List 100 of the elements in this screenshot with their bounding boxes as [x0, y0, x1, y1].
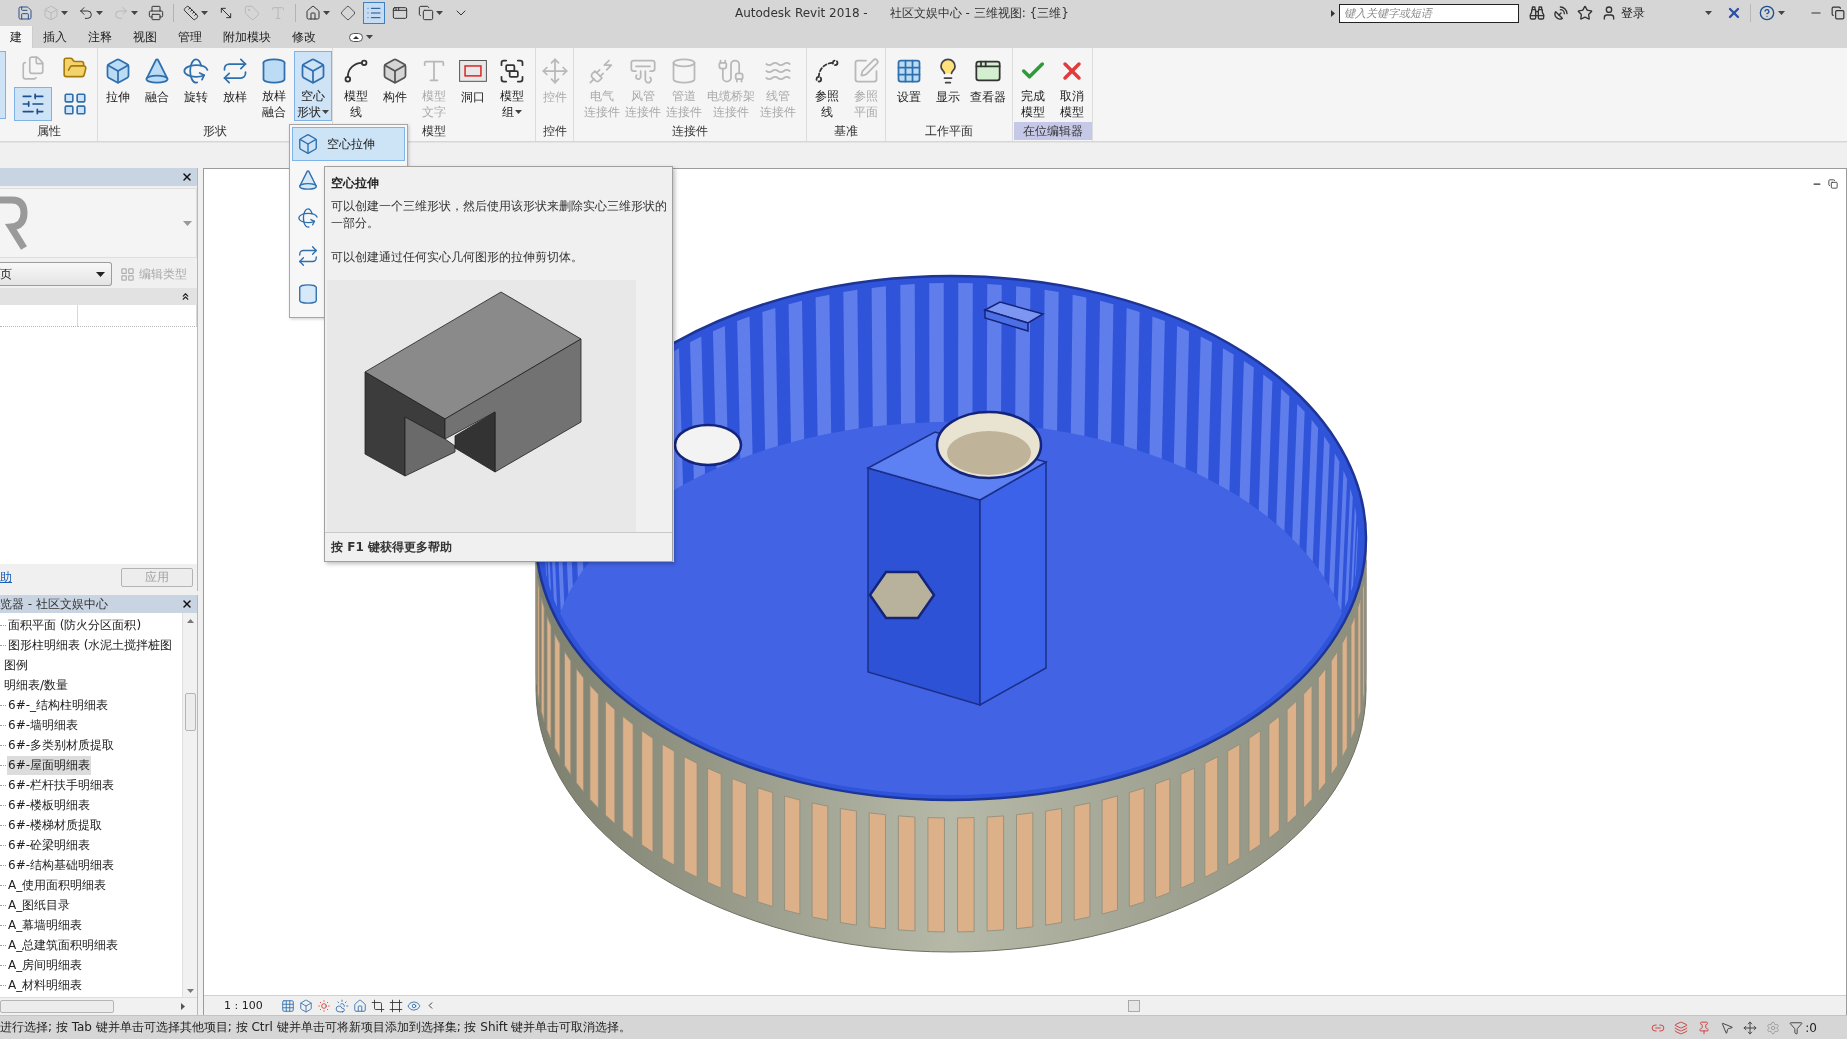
tree-item[interactable]: A_材料明细表: [7, 975, 84, 995]
rotate-icon: [181, 57, 210, 85]
ribbon-button[interactable]: 旋转: [176, 51, 215, 121]
tree-item[interactable]: A_图纸目录: [7, 895, 72, 915]
house-icon: [305, 5, 321, 21]
cone-icon: [297, 169, 319, 191]
ribbon-button[interactable]: 显示: [929, 51, 967, 121]
sun-icon[interactable]: [316, 998, 331, 1013]
restore-icon[interactable]: [1831, 6, 1845, 20]
grid-tiles-icon: [120, 266, 135, 282]
list-icon: [366, 5, 382, 21]
ribbon-button[interactable]: [14, 87, 52, 121]
ribbon-tab[interactable]: 附加模块: [213, 26, 282, 48]
cube-icon[interactable]: [298, 998, 313, 1013]
ribbon-button[interactable]: 取消 模型: [1053, 51, 1091, 121]
panel-title: 控件: [542, 123, 567, 140]
tree-item[interactable]: 面积平面 (防火分区面积): [7, 615, 143, 635]
scrollbar-thumb[interactable]: [184, 693, 196, 731]
ribbon-tab[interactable]: 修改: [282, 26, 327, 48]
help-icon[interactable]: [1759, 5, 1775, 21]
diamond-icon: [340, 5, 356, 21]
help-link[interactable]: 助: [0, 569, 12, 586]
redo-icon: [113, 5, 129, 21]
toolbar-button[interactable]: [363, 2, 385, 24]
eye-icon[interactable]: [406, 998, 421, 1013]
tree-item[interactable]: 6#-多类别材质提取: [7, 735, 116, 755]
ribbon-button[interactable]: 空心 形状: [293, 51, 332, 121]
tree-item[interactable]: 图形柱明细表 (水泥土搅拌桩图: [7, 635, 174, 655]
close-icon[interactable]: [181, 171, 193, 183]
ribbon-tab[interactable]: 视图: [123, 26, 168, 48]
sign-in-link[interactable]: 登录: [1621, 4, 1645, 22]
crop-icon[interactable]: [370, 998, 385, 1013]
grid-icon[interactable]: [280, 998, 295, 1013]
restore-icon[interactable]: [1828, 179, 1838, 189]
expand-arrow-icon[interactable]: [1331, 9, 1335, 17]
tree-item[interactable]: 图例: [3, 655, 29, 675]
ribbon-tab[interactable]: 注释: [78, 26, 123, 48]
logo-icon: [0, 194, 28, 252]
cloud-sun-icon[interactable]: [334, 998, 349, 1013]
scrollbar-thumb[interactable]: [1127, 999, 1140, 1012]
tree-item[interactable]: 6#-栏杆扶手明细表: [7, 775, 116, 795]
satellite-dish-icon[interactable]: [1553, 5, 1569, 21]
tree-item[interactable]: 明细表/数量: [3, 675, 70, 695]
type-dropdown[interactable]: 页: [0, 262, 112, 286]
menu-item[interactable]: 空心拉伸: [292, 127, 405, 161]
ribbon-button[interactable]: 构件: [376, 51, 414, 121]
caret-icon[interactable]: [183, 220, 192, 226]
filter-icon[interactable]: [1789, 1020, 1804, 1035]
tree-item[interactable]: 6#-结构基础明细表: [7, 855, 116, 875]
move-icon[interactable]: [1743, 1020, 1758, 1035]
caret-icon: [1705, 11, 1712, 15]
pin-icon[interactable]: [1697, 1020, 1712, 1035]
tree-item[interactable]: A_幕墙明细表: [7, 915, 84, 935]
frame-icon[interactable]: [388, 998, 403, 1013]
scroll-up-icon[interactable]: [186, 619, 194, 623]
scrollbar[interactable]: [0, 997, 197, 1015]
cross-logo-icon[interactable]: [1726, 5, 1742, 21]
tree-item[interactable]: A_使用面积明细表: [7, 875, 108, 895]
tree-item[interactable]: 6#-_结构柱明细表: [7, 695, 110, 715]
ribbon-button[interactable]: 设置: [890, 51, 928, 121]
close-icon[interactable]: [181, 598, 193, 610]
ribbon-button[interactable]: 拉伸: [98, 51, 137, 121]
view-scale[interactable]: 1 : 100: [224, 999, 263, 1012]
scroll-down-icon[interactable]: [186, 989, 194, 993]
tree-item[interactable]: A_房间明细表: [7, 955, 84, 975]
sliders-icon: [20, 91, 46, 117]
ribbon-button[interactable]: 放样 融合: [254, 51, 293, 121]
tree-item[interactable]: 6#-楼板明细表: [7, 795, 92, 815]
scroll-right-icon[interactable]: [181, 1003, 185, 1010]
ribbon-button[interactable]: 参照 线: [807, 51, 846, 121]
collapse-icon[interactable]: [180, 291, 191, 302]
scrollbar[interactable]: [182, 613, 197, 997]
window-title: Autodesk Revit 2018 -: [735, 6, 868, 20]
cube-icon: [43, 5, 59, 21]
scrollbar-thumb[interactable]: [0, 1000, 114, 1013]
layers-icon[interactable]: [1674, 1020, 1689, 1035]
ribbon-button[interactable]: 模型 组: [493, 51, 531, 121]
panel-title: 工作平面: [925, 123, 973, 140]
tree-item[interactable]: A_总建筑面积明细表: [7, 935, 120, 955]
tree-item[interactable]: 6#-屋面明细表: [7, 755, 92, 775]
ribbon-button[interactable]: 放样: [215, 51, 254, 121]
ribbon-button[interactable]: 查看器: [968, 51, 1008, 121]
type-selector[interactable]: [0, 188, 197, 258]
cube-outline-icon: [297, 133, 319, 155]
ribbon-button[interactable]: 融合: [137, 51, 176, 121]
tree-item[interactable]: 6#-墙明细表: [7, 715, 80, 735]
ribbon-tab[interactable]: 建: [0, 26, 33, 48]
ribbon-tab[interactable]: 插入: [33, 26, 78, 48]
binoculars-icon[interactable]: [1529, 5, 1545, 21]
search-field[interactable]: 键入关键字或短语: [1339, 3, 1519, 23]
ribbon-button[interactable]: 完成 模型: [1014, 51, 1052, 121]
user-icon[interactable]: [1601, 5, 1617, 21]
tree-item[interactable]: 6#-砼梁明细表: [7, 835, 92, 855]
ribbon-button[interactable]: 模型 线: [337, 51, 375, 121]
tree-item[interactable]: 6#-楼梯材质提取: [7, 815, 104, 835]
ribbon-tab[interactable]: 管理: [168, 26, 213, 48]
pointer-icon[interactable]: [1720, 1020, 1735, 1035]
ribbon-button[interactable]: 洞口: [454, 51, 492, 121]
cube-icon: [381, 57, 409, 85]
star-icon[interactable]: [1577, 5, 1593, 21]
